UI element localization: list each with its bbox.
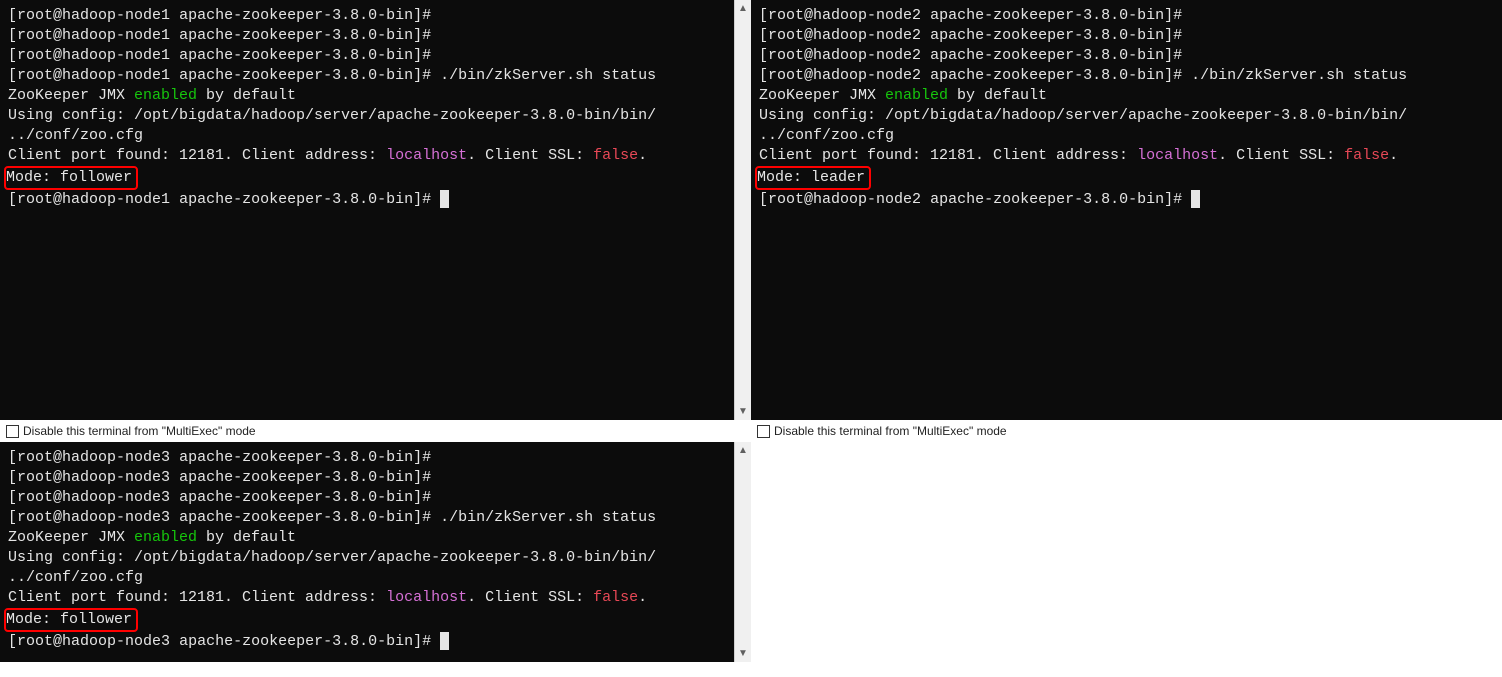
terminal-pane-node1: [root@hadoop-node1 apache-zookeeper-3.8.… bbox=[0, 0, 751, 442]
command-text: ./bin/zkServer.sh status bbox=[440, 67, 656, 84]
scrollbar[interactable]: ▲ ▼ bbox=[734, 442, 751, 662]
config-path-l2: ../conf/zoo.cfg bbox=[8, 568, 726, 588]
ssl-false: false bbox=[593, 589, 638, 606]
jmx-enabled: enabled bbox=[134, 87, 197, 104]
prompt-open: [root@ bbox=[8, 7, 62, 24]
prompt-close: ]# bbox=[413, 7, 440, 24]
terminal-pane-node3: [root@hadoop-node3 apache-zookeeper-3.8.… bbox=[0, 442, 751, 662]
client-port-text: Client port found: 12181. Client address… bbox=[8, 589, 386, 606]
scroll-down-icon[interactable]: ▼ bbox=[735, 645, 752, 662]
hostname: hadoop-node1 bbox=[62, 7, 170, 24]
cursor bbox=[440, 190, 449, 208]
command-text: ./bin/zkServer.sh status bbox=[440, 509, 656, 526]
prompt-dir: apache-zookeeper-3.8.0-bin bbox=[179, 7, 413, 24]
pane-footer: Disable this terminal from "MultiExec" m… bbox=[751, 420, 1502, 442]
config-path-l2: ../conf/zoo.cfg bbox=[759, 126, 1494, 146]
multiexec-checkbox[interactable] bbox=[757, 425, 770, 438]
multiexec-label: Disable this terminal from "MultiExec" m… bbox=[23, 424, 256, 438]
client-port-text: Client port found: 12181. Client address… bbox=[8, 147, 386, 164]
pane-footer: Disable this terminal from "MultiExec" m… bbox=[0, 420, 751, 442]
scroll-up-icon[interactable]: ▲ bbox=[735, 442, 752, 459]
terminal-output-node2[interactable]: [root@hadoop-node2 apache-zookeeper-3.8.… bbox=[751, 0, 1502, 420]
hostname: hadoop-node2 bbox=[813, 7, 921, 24]
localhost: localhost bbox=[386, 589, 467, 606]
mode-text: Mode: follower bbox=[6, 169, 132, 186]
terminal-output-node1[interactable]: [root@hadoop-node1 apache-zookeeper-3.8.… bbox=[0, 0, 734, 420]
mode-text: Mode: leader bbox=[757, 169, 865, 186]
scroll-down-icon[interactable]: ▼ bbox=[735, 403, 752, 420]
command-text: ./bin/zkServer.sh status bbox=[1191, 67, 1407, 84]
config-path-l2: ../conf/zoo.cfg bbox=[8, 126, 726, 146]
terminal-output-node3[interactable]: [root@hadoop-node3 apache-zookeeper-3.8.… bbox=[0, 442, 734, 662]
terminal-pane-node2: [root@hadoop-node2 apache-zookeeper-3.8.… bbox=[751, 0, 1502, 442]
config-path-l1: Using config: /opt/bigdata/hadoop/server… bbox=[8, 548, 726, 568]
localhost: localhost bbox=[1137, 147, 1218, 164]
config-path-l1: Using config: /opt/bigdata/hadoop/server… bbox=[8, 106, 726, 126]
cursor bbox=[1191, 190, 1200, 208]
mode-text: Mode: follower bbox=[6, 611, 132, 628]
ssl-false: false bbox=[593, 147, 638, 164]
empty-pane bbox=[751, 442, 1502, 662]
jmx-enabled: enabled bbox=[134, 529, 197, 546]
cursor bbox=[440, 632, 449, 650]
client-port-text: Client port found: 12181. Client address… bbox=[759, 147, 1137, 164]
localhost: localhost bbox=[386, 147, 467, 164]
scrollbar[interactable]: ▲ ▼ bbox=[734, 0, 751, 420]
mode-highlight: Mode: leader bbox=[755, 166, 871, 190]
mode-highlight: Mode: follower bbox=[4, 166, 138, 190]
config-path-l1: Using config: /opt/bigdata/hadoop/server… bbox=[759, 106, 1494, 126]
multiexec-label: Disable this terminal from "MultiExec" m… bbox=[774, 424, 1007, 438]
multiexec-checkbox[interactable] bbox=[6, 425, 19, 438]
mode-highlight: Mode: follower bbox=[4, 608, 138, 632]
jmx-enabled: enabled bbox=[885, 87, 948, 104]
hostname: hadoop-node3 bbox=[62, 449, 170, 466]
scroll-up-icon[interactable]: ▲ bbox=[735, 0, 752, 17]
ssl-false: false bbox=[1344, 147, 1389, 164]
